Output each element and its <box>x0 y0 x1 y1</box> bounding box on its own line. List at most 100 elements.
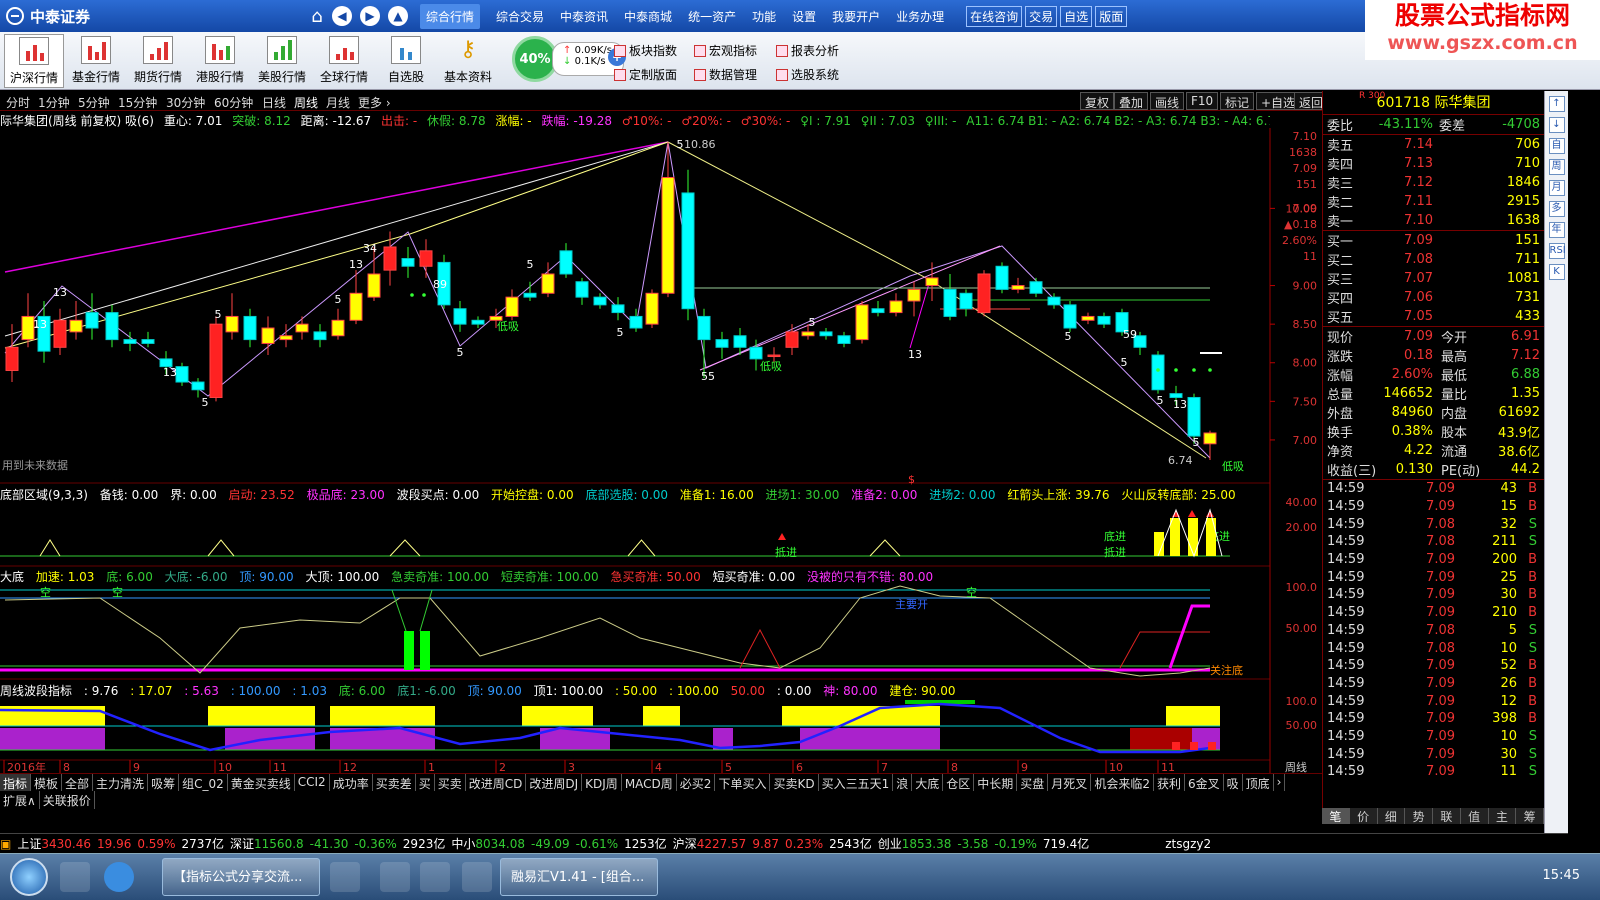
taskbar-item-2[interactable]: 融易汇V1.41 - [组合... <box>500 858 658 896</box>
indicator-tab[interactable]: 6金叉 <box>1185 774 1224 791</box>
sector-index-link[interactable]: 板块指数 <box>614 42 677 59</box>
indicator-tab[interactable]: 中长期 <box>974 774 1018 791</box>
indicator-tab[interactable]: 买 <box>416 774 435 791</box>
period-month[interactable]: 月线 <box>326 94 350 111</box>
period-day[interactable]: 日线 <box>262 94 286 111</box>
indicator-tab[interactable]: 浪 <box>893 774 913 791</box>
menu-zixun[interactable]: 中泰资讯 <box>560 8 608 25</box>
quote-tab[interactable]: 细 <box>1378 808 1406 824</box>
back-icon[interactable]: ◀ <box>332 6 352 26</box>
menu-gongneng[interactable]: 功能 <box>752 8 776 25</box>
menu-yewu[interactable]: 业务办理 <box>896 8 944 25</box>
period-fenshi[interactable]: 分时 <box>6 94 30 111</box>
explorer-icon[interactable] <box>60 862 90 892</box>
expand-tab[interactable]: 扩展∧ <box>0 791 40 809</box>
period-1min[interactable]: 1分钟 <box>38 94 70 111</box>
side-tool-icon[interactable]: 周 <box>1548 159 1565 175</box>
side-tool-icon[interactable]: 年 <box>1548 222 1565 238</box>
forward-icon[interactable]: ▶ <box>360 6 380 26</box>
side-tool-icon[interactable]: RSI <box>1548 243 1566 259</box>
us-market-button[interactable]: 美股行情 <box>252 34 312 88</box>
macro-indicator-link[interactable]: 宏观指标 <box>694 42 757 59</box>
indicator-tab[interactable]: 改进周CD <box>466 774 527 791</box>
quote-tab[interactable]: 势 <box>1405 808 1433 824</box>
stock-screener-link[interactable]: 选股系统 <box>776 66 839 83</box>
indicator-tab[interactable]: 全部 <box>62 774 94 791</box>
indicator-tab[interactable]: 吸 <box>1224 774 1243 791</box>
draw-line-button[interactable]: 画线 <box>1150 92 1185 110</box>
my-stocks-button[interactable]: 自选股 <box>376 34 436 88</box>
ie-icon-2[interactable] <box>330 862 360 892</box>
folder-icon[interactable] <box>380 862 410 892</box>
indicator-tab[interactable]: 买盘 <box>1017 774 1049 791</box>
app-icon[interactable] <box>420 862 450 892</box>
indicator-tab[interactable]: 吸筹 <box>148 774 180 791</box>
overlay-button[interactable]: 叠加 <box>1114 92 1149 110</box>
quote-tab[interactable]: 笔 <box>1322 808 1350 824</box>
indicator-tab[interactable]: KDJ周 <box>582 774 622 791</box>
indicator-tab[interactable]: 仓区 <box>943 774 975 791</box>
watchlist-button[interactable]: 自选 <box>1060 5 1093 27</box>
tab-scroll-right-icon[interactable]: › <box>1274 774 1286 791</box>
indicator-tab[interactable]: 模板 <box>31 774 63 791</box>
kline-chart[interactable]: 135135341355555513555 1355138955910.866.7… <box>0 128 1322 773</box>
custom-layout-link[interactable]: 定制版面 <box>614 66 677 83</box>
basic-info-button[interactable]: ⚷ 基本资料 <box>438 34 498 88</box>
indicator-tab[interactable]: 下单买入 <box>715 774 771 791</box>
home-icon[interactable]: ⌂ <box>306 5 328 27</box>
indicator-tab[interactable]: 机会来临2 <box>1091 774 1154 791</box>
indicator-tab[interactable]: 组C_02 <box>179 774 228 791</box>
global-market-button[interactable]: 全球行情 <box>314 34 374 88</box>
indicator-tab[interactable]: CCI2 <box>295 774 330 791</box>
side-tool-icon[interactable]: 自 <box>1548 138 1565 154</box>
start-button[interactable] <box>10 858 48 896</box>
taskbar-item-1[interactable]: 【指标公式分享交流... <box>162 858 320 896</box>
menu-zichan[interactable]: 统一资产 <box>688 8 736 25</box>
up-icon[interactable]: ▲ <box>388 6 408 26</box>
side-tool-icon[interactable]: ↓ <box>1548 117 1565 133</box>
f10-button[interactable]: F10 <box>1186 92 1219 110</box>
indicator-tab[interactable]: 买卖差 <box>373 774 416 791</box>
menu-kaihu[interactable]: 我要开户 <box>832 8 880 25</box>
menu-jiaoyi[interactable]: 综合交易 <box>496 8 544 25</box>
indicator-tab[interactable]: 买卖KD <box>770 774 819 791</box>
indicator-tab[interactable]: 黄金买卖线 <box>228 774 295 791</box>
ie-icon[interactable] <box>104 862 134 892</box>
side-tool-icon[interactable]: 月 <box>1548 180 1565 196</box>
hs-market-button[interactable]: 沪深行情 <box>4 34 64 88</box>
indicator-tab[interactable]: 大底 <box>912 774 944 791</box>
app-icon-2[interactable] <box>462 862 492 892</box>
quote-tab[interactable]: 联 <box>1433 808 1461 824</box>
indicator-tab[interactable]: 必买2 <box>677 774 716 791</box>
quote-tab[interactable]: 价 <box>1350 808 1378 824</box>
related-quote-tab[interactable]: 关联报价 <box>40 791 95 809</box>
side-tool-icon[interactable]: ↑ <box>1548 96 1565 112</box>
online-consult-button[interactable]: 在线咨询 <box>966 5 1023 27</box>
indicator-tab[interactable]: 买入三五天1 <box>819 774 894 791</box>
period-5min[interactable]: 5分钟 <box>78 94 110 111</box>
indicator-tab[interactable]: 获利 <box>1154 774 1185 791</box>
mark-button[interactable]: 标记 <box>1220 92 1255 110</box>
fund-market-button[interactable]: 基金行情 <box>66 34 126 88</box>
period-60min[interactable]: 60分钟 <box>214 94 253 111</box>
quote-tab[interactable]: 主 <box>1489 808 1517 824</box>
fuquan-button[interactable]: 复权 <box>1080 92 1115 110</box>
menu-zonghe[interactable]: 综合行情 <box>420 3 481 29</box>
trade-button[interactable]: 交易 <box>1025 5 1058 27</box>
menu-shezhi[interactable]: 设置 <box>792 8 816 25</box>
futures-market-button[interactable]: 期货行情 <box>128 34 188 88</box>
indicator-tab[interactable]: 月死叉 <box>1048 774 1092 791</box>
indicator-tab[interactable]: 主力清洗 <box>93 774 149 791</box>
indicator-tab[interactable]: MACD周 <box>622 774 677 791</box>
indicator-tab[interactable]: 改进周DJ <box>526 774 583 791</box>
indicator-tab[interactable]: 买卖 <box>435 774 466 791</box>
quote-tab[interactable]: 筹 <box>1516 808 1544 824</box>
period-15min[interactable]: 15分钟 <box>118 94 157 111</box>
report-analysis-link[interactable]: 报表分析 <box>776 42 839 59</box>
period-week[interactable]: 周线 <box>294 94 318 111</box>
hk-market-button[interactable]: 港股行情 <box>190 34 250 88</box>
side-tool-icon[interactable]: K <box>1548 264 1565 280</box>
menu-shangcheng[interactable]: 中泰商城 <box>624 8 672 25</box>
indicator-tab[interactable]: 顶底 <box>1243 774 1274 791</box>
layout-button[interactable]: 版面 <box>1095 5 1128 27</box>
